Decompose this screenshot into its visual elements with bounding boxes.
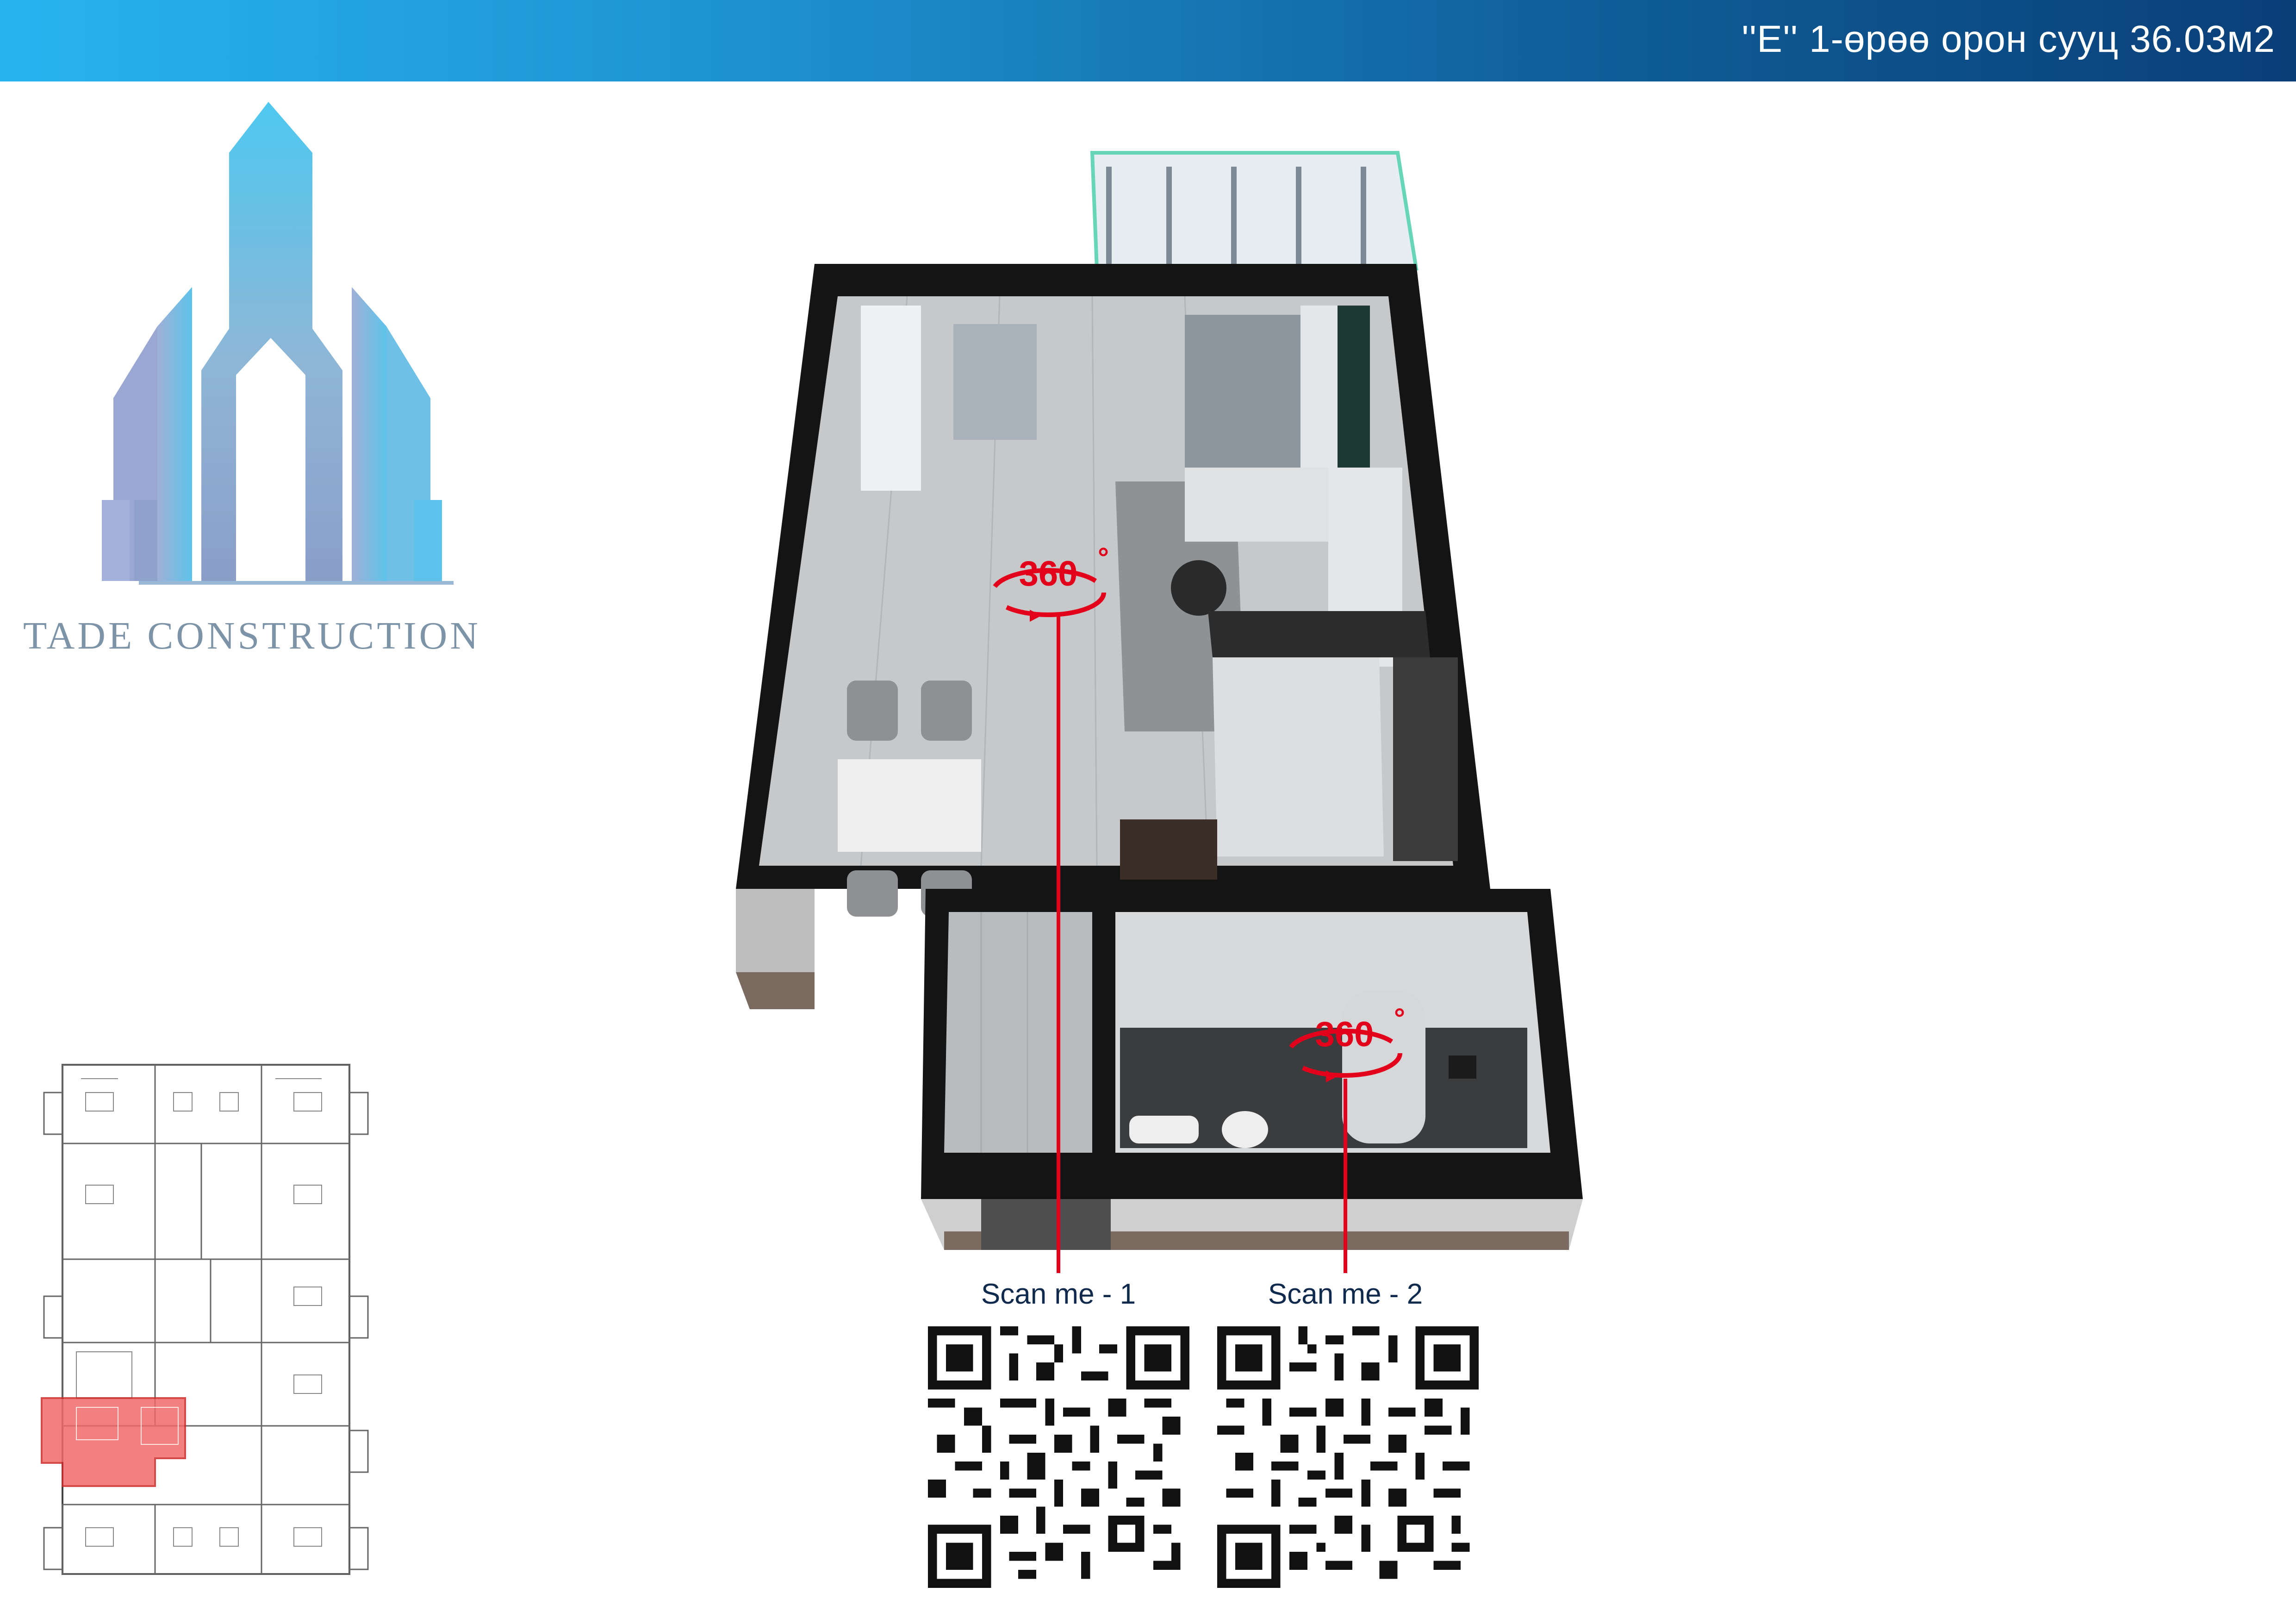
scan-connector-line-1 [1057, 616, 1060, 1273]
panorama-360-icon[interactable]: 360 ° [1282, 1005, 1421, 1097]
panorama-label: 360 [1019, 554, 1078, 593]
brand-name: TADE CONSTRUCTION [23, 614, 481, 657]
scan-connector-line-2 [1344, 1079, 1347, 1273]
scan-label-2: Scan me - 2 [1268, 1278, 1423, 1310]
degree-symbol: ° [1098, 544, 1109, 573]
panorama-360-icon[interactable]: 360 ° [986, 544, 1125, 637]
scan-label-1: Scan me - 1 [981, 1278, 1136, 1310]
apartment-3d-floor-plan [736, 151, 1583, 1250]
header-bar: ''E'' 1-өрөө орон сууц 36.03м2 [0, 0, 2296, 81]
page-title: ''E'' 1-өрөө орон сууц 36.03м2 [1741, 18, 2275, 60]
degree-symbol: ° [1394, 1005, 1405, 1034]
qr-code-2[interactable] [1217, 1326, 1479, 1588]
key-plan [41, 1064, 369, 1575]
company-logo [102, 102, 454, 585]
qr-code-1[interactable] [928, 1326, 1189, 1588]
panorama-label: 360 [1315, 1015, 1374, 1054]
